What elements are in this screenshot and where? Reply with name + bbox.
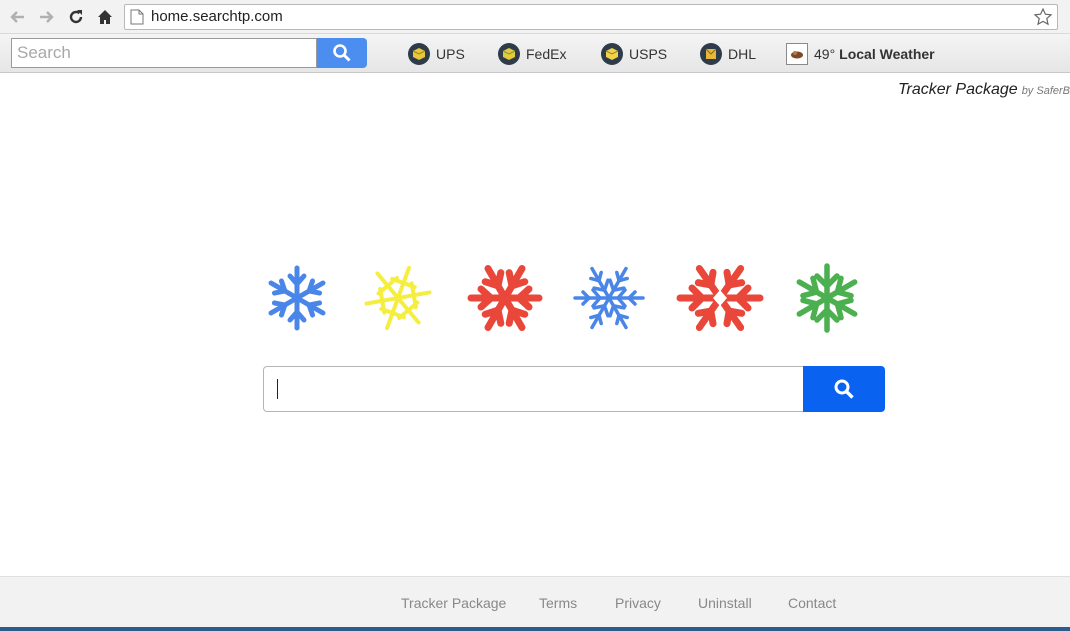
page-icon	[130, 9, 144, 25]
search-icon	[834, 379, 854, 399]
main-search-button[interactable]	[803, 366, 885, 412]
weather-temp: 49°	[814, 46, 836, 62]
address-bar[interactable]: home.searchtp.com	[124, 4, 1058, 30]
toolbar-link-label: FedEx	[526, 46, 567, 62]
snowflake-icon	[364, 265, 432, 331]
toolbar-search-button[interactable]	[317, 38, 367, 68]
usps-icon	[601, 43, 623, 65]
footer-link-uninstall[interactable]: Uninstall	[698, 595, 752, 611]
brand-byline: by SaferB	[1021, 85, 1070, 97]
snowflake-icon	[573, 266, 645, 330]
toolbar-link-weather[interactable]: 49° Local Weather	[786, 42, 935, 66]
main-search-input[interactable]	[263, 366, 804, 412]
footer-link-tracker-package[interactable]: Tracker Package	[401, 595, 506, 611]
fedex-icon	[498, 43, 520, 65]
toolbar-link-dhl[interactable]: DHL	[700, 42, 756, 66]
taskbar-edge	[0, 627, 1070, 631]
reload-button[interactable]	[64, 5, 88, 29]
brand-name: Tracker Package	[897, 81, 1018, 98]
ups-icon	[408, 43, 430, 65]
search-icon	[333, 44, 351, 62]
toolbar-link-label: DHL	[728, 46, 757, 62]
back-arrow-icon	[10, 11, 24, 23]
toolbar-link-label: UPS	[436, 46, 465, 62]
footer: Tracker Package Terms Privacy Uninstall …	[0, 576, 1070, 631]
forward-arrow-icon	[40, 11, 54, 23]
search-toolbar: UPS FedEx USPS DHL 49° Local Weather	[0, 34, 1070, 73]
weather-icon	[786, 43, 808, 65]
star-icon[interactable]	[1033, 7, 1053, 27]
snowflake-icon	[268, 265, 326, 331]
browser-chrome: home.searchtp.com	[0, 0, 1070, 34]
toolbar-link-ups[interactable]: UPS	[408, 42, 465, 66]
home-icon	[98, 10, 112, 24]
main-search-box	[263, 366, 885, 412]
toolbar-link-label: USPS	[629, 46, 668, 62]
toolbar-link-fedex[interactable]: FedEx	[498, 42, 566, 66]
dhl-icon	[700, 43, 722, 65]
footer-link-privacy[interactable]: Privacy	[615, 595, 661, 611]
snowflake-icon	[676, 265, 764, 331]
footer-link-terms[interactable]: Terms	[539, 595, 577, 611]
back-button[interactable]	[6, 5, 30, 29]
text-cursor	[277, 379, 278, 399]
snowflake-icon	[467, 265, 543, 331]
home-button[interactable]	[93, 5, 117, 29]
url-text: home.searchtp.com	[151, 8, 283, 25]
brand-logo: Tracker Package by SaferB	[898, 81, 1070, 99]
weather-label: Local Weather	[839, 46, 935, 62]
reload-icon	[69, 10, 83, 24]
snowflake-row	[258, 262, 878, 334]
toolbar-search-input[interactable]	[11, 38, 317, 68]
forward-button[interactable]	[34, 5, 58, 29]
toolbar-link-usps[interactable]: USPS	[601, 42, 667, 66]
snowflake-icon	[796, 263, 858, 333]
footer-link-contact[interactable]: Contact	[788, 595, 836, 611]
